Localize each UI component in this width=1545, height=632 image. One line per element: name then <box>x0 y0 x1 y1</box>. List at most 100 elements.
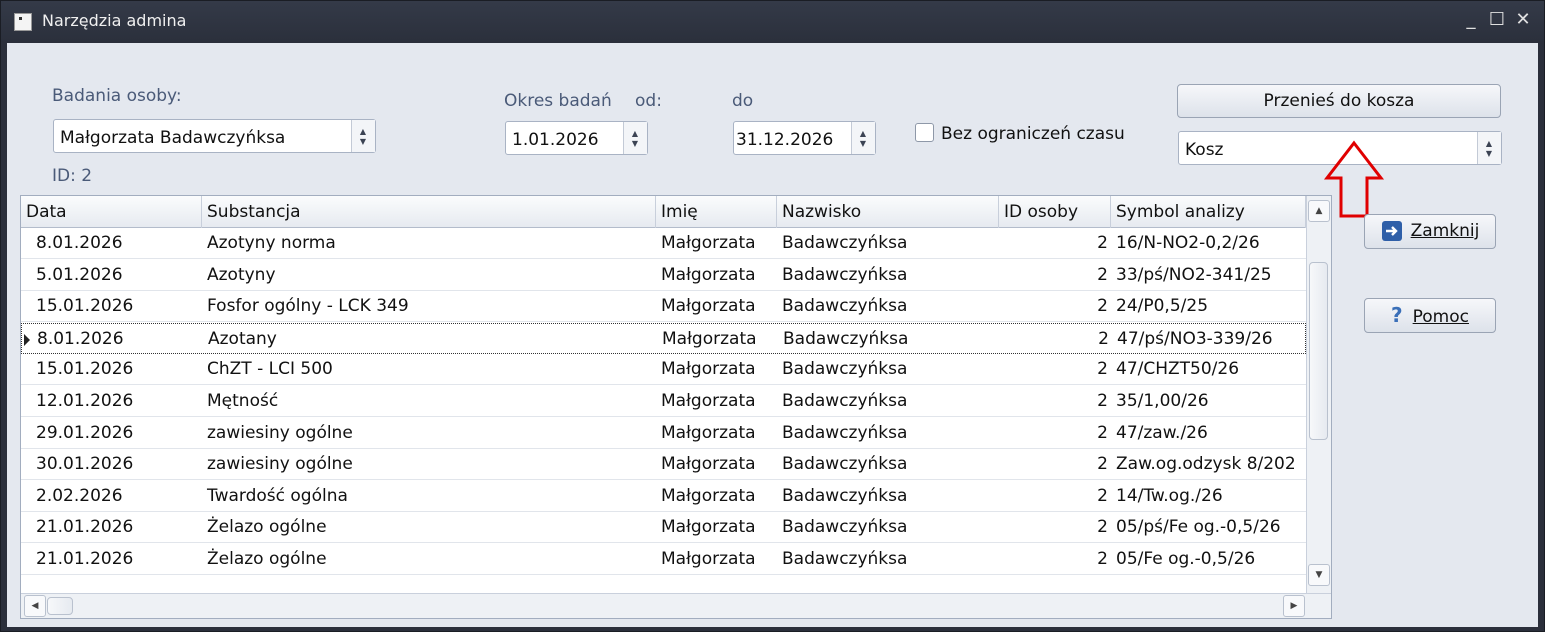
table-row[interactable]: 21.01.2026 Żelazo ogólne Małgorzata Badawcz… <box>21 544 1306 575</box>
vertical-scroll-thumb[interactable] <box>1309 262 1328 440</box>
down-arrow-icon[interactable]: ▼ <box>1478 149 1500 158</box>
table-row[interactable]: 12.01.2026 Mętność Małgorzata Badawczyńksa 2… <box>21 386 1306 417</box>
title-bar[interactable]: Narzędzia admina _ ☐ ✕ <box>1 1 1544 41</box>
table-cell-id-osoby: 2 <box>1097 485 1108 506</box>
table-cell-imie: Małgorzata <box>661 233 756 253</box>
table-cell-data: 15.01.2026 <box>36 296 134 317</box>
exit-arrow-icon <box>1381 221 1402 241</box>
table-cell-imie: Małgorzata <box>661 517 756 538</box>
scroll-up-icon[interactable]: ▲ <box>1308 200 1330 222</box>
table-cell-nazwisko: Badawczyńksa <box>783 328 909 349</box>
table-cell-substancja: zawiesiny ogólne <box>207 454 353 475</box>
person-id: ID: 2 <box>52 166 93 186</box>
close-icon[interactable]: ✕ <box>1512 9 1534 31</box>
table-cell-imie: Małgorzata <box>661 454 756 475</box>
up-arrow-icon[interactable]: ▲ <box>624 129 646 138</box>
table-cell-nazwisko: Badawczyńksa <box>782 359 908 380</box>
table-cell-nazwisko: Badawczyńksa <box>782 422 908 443</box>
table-row[interactable]: 30.01.2026 zawiesiny ogólne Małgorzata Bada… <box>21 449 1306 481</box>
table-cell-substancja: Azotany <box>208 328 277 349</box>
date-to-field[interactable]: 31.12.2026 ▲ ▼ <box>733 121 876 155</box>
down-arrow-icon[interactable]: ▼ <box>852 139 874 148</box>
column-header-nazwisko[interactable]: Nazwisko <box>777 196 999 228</box>
horizontal-scroll-thumb[interactable] <box>47 597 73 615</box>
table-cell-imie: Małgorzata <box>661 264 756 285</box>
table-row[interactable]: 8.01.2026 Azotyny norma Małgorzata Badawczy… <box>21 228 1306 259</box>
date-from-spinner[interactable]: ▲ ▼ <box>623 122 647 154</box>
table-cell-id-osoby: 2 <box>1097 454 1108 475</box>
table-cell-symbol-analizy: 05/pś/Fe og.-0,5/26 <box>1116 517 1281 538</box>
no-time-limit-label[interactable]: Bez ograniczeń czasu <box>941 124 1125 144</box>
table-cell-symbol-analizy: 33/pś/NO2-341/25 <box>1116 264 1272 285</box>
results-grid[interactable]: Data Substancja Imię Nazwisko ID osoby Symbol… <box>20 195 1332 619</box>
table-row[interactable]: 21.01.2026 Żelazo ogólne Małgorzata Badawcz… <box>21 512 1306 544</box>
person-select[interactable]: Małgorzata Badawczyńksa ▲ ▼ <box>53 119 376 153</box>
table-row[interactable]: 5.01.2026 Azotyny Małgorzata Badawczyńksa 2 3… <box>21 259 1306 291</box>
admin-tools-window: Narzędzia admina _ ☐ ✕ Badania osoby: Ma… <box>0 0 1545 632</box>
table-cell-symbol-analizy: 24/P0,5/25 <box>1116 296 1209 317</box>
date-from-value: 1.01.2026 <box>512 130 599 150</box>
table-row[interactable]: 15.01.2026 Fosfor ogólny - LCK 349 Małgorz… <box>21 291 1306 323</box>
column-header-imie[interactable]: Imię <box>656 196 777 228</box>
up-arrow-icon[interactable]: ▲ <box>852 129 874 138</box>
date-to-value: 31.12.2026 <box>736 130 834 150</box>
table-cell-substancja: Żelazo ogólne <box>207 549 327 569</box>
table-cell-data: 8.01.2026 <box>37 328 124 349</box>
maximize-icon[interactable]: ☐ <box>1486 9 1508 31</box>
table-cell-imie: Małgorzata <box>661 391 756 411</box>
scroll-right-icon[interactable]: ▶ <box>1283 595 1305 617</box>
column-header-substancja[interactable]: Substancja <box>202 196 656 228</box>
window-title: Narzędzia admina <box>42 11 187 30</box>
table-row[interactable]: 29.01.2026 zawiesiny ogólne Małgorzata Bada… <box>21 417 1306 449</box>
table-cell-symbol-analizy: Zaw.og.odzysk 8/202 <box>1116 454 1296 475</box>
down-arrow-icon[interactable]: ▼ <box>352 137 374 146</box>
close-button[interactable]: Zamknij <box>1364 214 1496 249</box>
table-cell-nazwisko: Badawczyńksa <box>782 549 908 569</box>
table-cell-symbol-analizy: 47/CHZT50/26 <box>1116 359 1240 380</box>
date-to-spinner[interactable]: ▲ ▼ <box>851 122 875 154</box>
period-label: Okres badań <box>504 91 612 111</box>
table-row[interactable]: 15.01.2026 ChZT - LCI 500 Małgorzata Badawc… <box>21 354 1306 386</box>
table-cell-symbol-analizy: 05/Fe og.-0,5/26 <box>1116 549 1256 569</box>
table-row[interactable]: 8.01.2026 Azotany Małgorzata Badawczyńksa 2 4… <box>21 322 1306 354</box>
column-header-id-osoby[interactable]: ID osoby <box>999 196 1111 228</box>
person-select-spinner[interactable]: ▲ ▼ <box>351 120 375 152</box>
table-cell-nazwisko: Badawczyńksa <box>782 233 908 253</box>
table-cell-substancja: zawiesiny ogólne <box>207 422 353 443</box>
table-cell-id-osoby: 2 <box>1097 264 1108 285</box>
table-cell-id-osoby: 2 <box>1098 328 1109 349</box>
no-time-limit-checkbox[interactable] <box>915 123 934 142</box>
minimize-icon[interactable]: _ <box>1460 9 1482 31</box>
table-cell-nazwisko: Badawczyńksa <box>782 264 908 285</box>
table-cell-data: 15.01.2026 <box>36 359 134 380</box>
column-header-data[interactable]: Data <box>21 196 202 228</box>
annotation-arrow-icon <box>1323 140 1385 218</box>
table-cell-data: 2.02.2026 <box>36 485 123 506</box>
table-cell-id-osoby: 2 <box>1097 391 1108 411</box>
table-cell-id-osoby: 2 <box>1097 422 1108 443</box>
table-cell-substancja: ChZT - LCI 500 <box>207 359 333 380</box>
date-from-field[interactable]: 1.01.2026 ▲ ▼ <box>505 121 648 155</box>
horizontal-scrollbar[interactable]: ◀ ▶ <box>21 593 1331 618</box>
help-button[interactable]: ? Pomoc <box>1364 298 1496 333</box>
target-select-spinner[interactable]: ▲ ▼ <box>1477 132 1501 164</box>
table-cell-data: 12.01.2026 <box>36 391 134 411</box>
scroll-down-icon[interactable]: ▼ <box>1308 564 1330 586</box>
table-cell-id-osoby: 2 <box>1097 233 1108 253</box>
column-header-symbol-analizy[interactable]: Symbol analizy <box>1111 196 1306 228</box>
table-cell-imie: Małgorzata <box>661 296 756 317</box>
window-client-area: Badania osoby: Małgorzata Badawczyńksa ▲… <box>7 43 1538 627</box>
scroll-left-icon[interactable]: ◀ <box>24 595 46 617</box>
table-cell-data: 21.01.2026 <box>36 549 134 569</box>
table-row[interactable]: 2.02.2026 Twardość ogólna Małgorzata Badawc… <box>21 480 1306 512</box>
vertical-scrollbar[interactable]: ▲ ▼ <box>1306 196 1331 593</box>
table-cell-imie: Małgorzata <box>661 359 756 380</box>
table-cell-symbol-analizy: 14/Tw.og./26 <box>1116 485 1223 506</box>
move-to-trash-button[interactable]: Przenieś do kosza <box>1177 84 1501 118</box>
down-arrow-icon[interactable]: ▼ <box>624 139 646 148</box>
target-select-value: Kosz <box>1185 140 1224 160</box>
close-button-label: Zamknij <box>1410 221 1480 241</box>
up-arrow-icon[interactable]: ▲ <box>1478 139 1500 148</box>
person-label: Badania osoby: <box>52 86 182 106</box>
up-arrow-icon[interactable]: ▲ <box>352 127 374 136</box>
